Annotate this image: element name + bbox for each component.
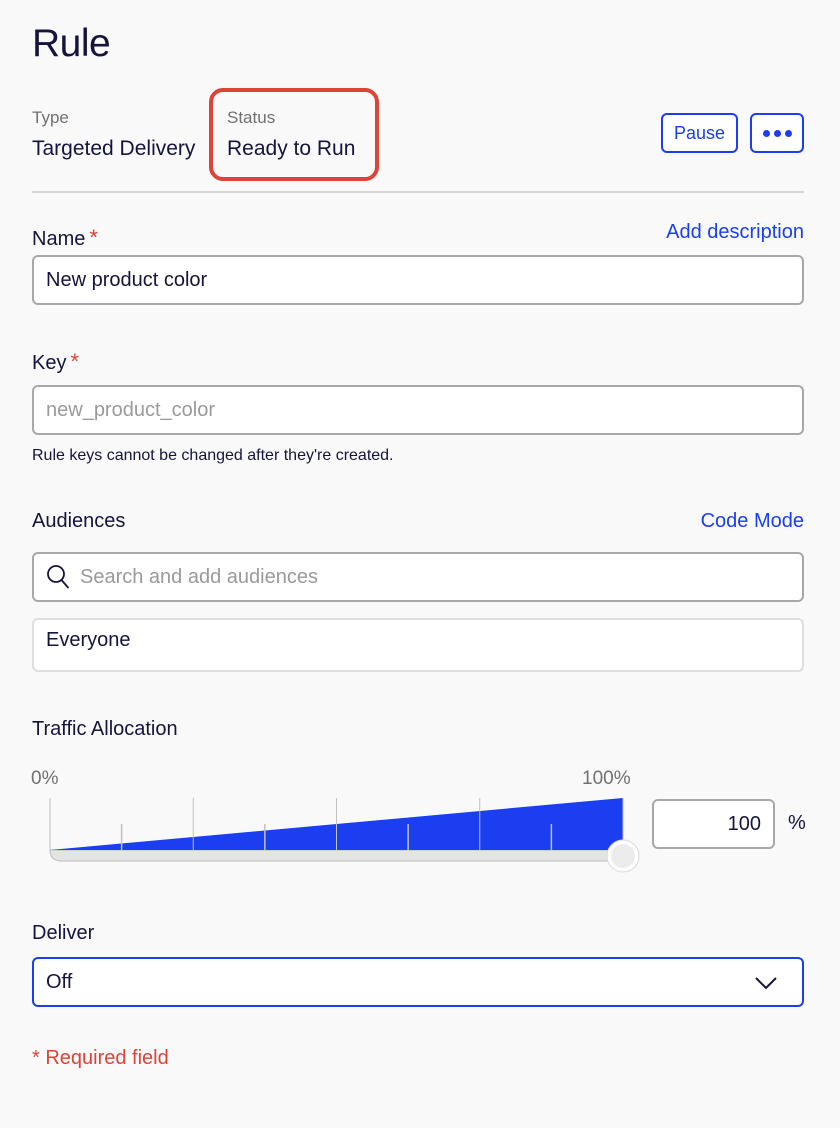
deliver-selected-value: Off: [46, 970, 73, 993]
traffic-slider[interactable]: [40, 790, 650, 880]
required-asterisk: *: [89, 225, 98, 250]
more-horizontal-icon: [762, 129, 792, 137]
selected-audiences: Everyone: [32, 618, 804, 672]
audiences-label: Audiences: [32, 510, 126, 532]
required-field-note: * Required field: [32, 1047, 169, 1069]
key-label-text: Key: [32, 352, 67, 374]
audience-search-placeholder: Search and add audiences: [80, 565, 318, 588]
deliver-select[interactable]: Off: [32, 957, 804, 1007]
search-icon: [47, 565, 69, 589]
slider-handle-inner: [611, 844, 635, 868]
more-options-button[interactable]: [750, 113, 804, 153]
key-input[interactable]: new_product_color: [32, 385, 804, 435]
type-label: Type: [32, 108, 69, 127]
status-highlight: [209, 88, 379, 181]
key-hint: Rule keys cannot be changed after they'r…: [32, 447, 394, 464]
deliver-label: Deliver: [32, 922, 95, 944]
key-label: Key *: [32, 349, 79, 375]
percent-unit: %: [788, 812, 806, 834]
scale-min-label: 0%: [31, 768, 59, 789]
scale-max-label: 100%: [582, 768, 631, 789]
slider-track: [49, 849, 624, 862]
required-asterisk: *: [70, 349, 80, 374]
pause-button[interactable]: Pause: [661, 113, 738, 153]
pause-button-label: Pause: [673, 122, 726, 143]
type-value: Targeted Delivery: [32, 137, 196, 160]
traffic-allocation-label: Traffic Allocation: [32, 718, 178, 740]
name-label: Name *: [32, 225, 98, 251]
traffic-percent-input[interactable]: 100: [652, 799, 775, 849]
traffic-percent-value: 100: [727, 812, 761, 835]
name-input[interactable]: New product color: [32, 255, 804, 305]
name-label-text: Name: [32, 228, 86, 250]
audience-search-input[interactable]: Search and add audiences: [32, 552, 804, 602]
audience-everyone: Everyone: [46, 629, 131, 651]
name-input-value: New product color: [46, 268, 208, 291]
page-title: Rule: [32, 22, 111, 65]
header-divider: [32, 191, 804, 193]
key-input-placeholder: new_product_color: [46, 398, 215, 421]
chevron-down-icon: [755, 977, 777, 990]
code-mode-link[interactable]: Code Mode: [701, 510, 804, 533]
add-description-link[interactable]: Add description: [666, 221, 804, 244]
